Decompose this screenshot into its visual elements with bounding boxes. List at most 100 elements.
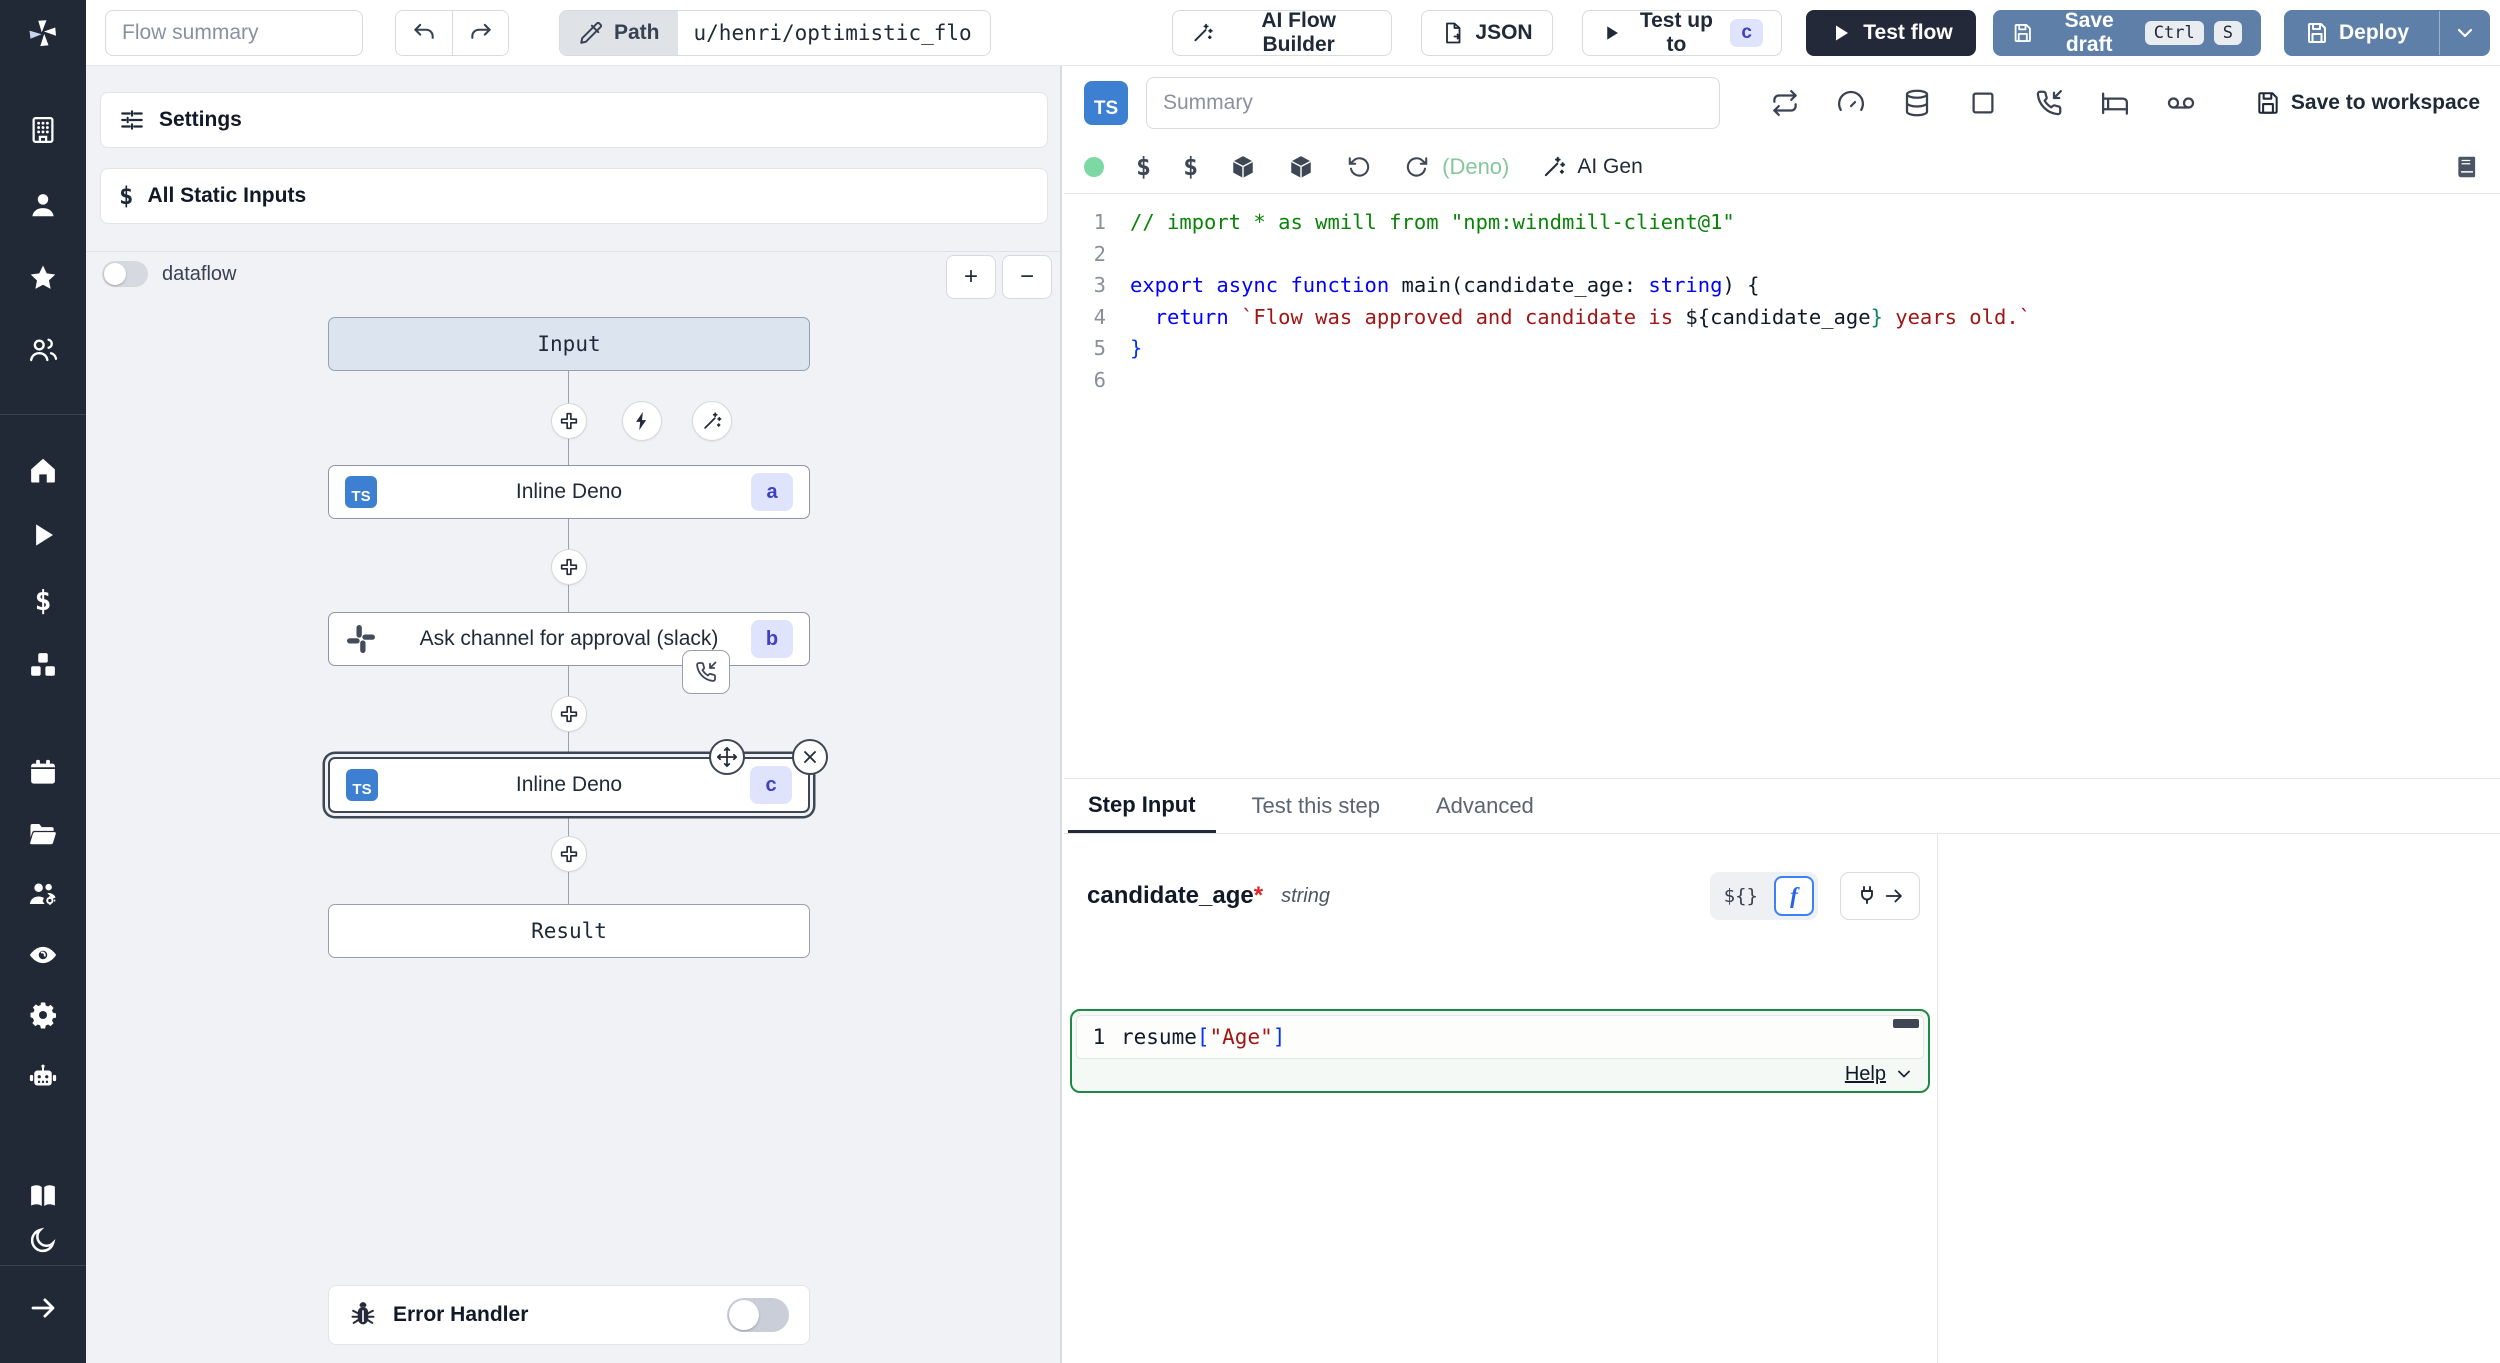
ai-gen-button[interactable]: AI Gen: [1541, 154, 1642, 180]
sidebar-item-groups[interactable]: [20, 328, 66, 372]
tab-advanced[interactable]: Advanced: [1416, 779, 1554, 833]
undo-button[interactable]: [396, 11, 452, 55]
star-icon: [28, 263, 58, 293]
variable-picker-button[interactable]: $: [1136, 152, 1151, 181]
zoom-in-button[interactable]: +: [946, 255, 996, 299]
mock-voicemail-icon[interactable]: [2166, 88, 2196, 118]
resource-picker-button[interactable]: $: [1183, 152, 1198, 181]
path-button[interactable]: Path: [560, 11, 678, 55]
delete-step-button[interactable]: [792, 739, 828, 775]
save-to-workspace-button[interactable]: Save to workspace: [2255, 90, 2480, 116]
sidebar-item-settings[interactable]: [20, 993, 66, 1037]
input-node[interactable]: Input: [328, 317, 810, 371]
help-link[interactable]: Help: [1845, 1063, 1886, 1086]
slack-icon: [345, 623, 377, 655]
insert-step-button[interactable]: [551, 696, 587, 732]
error-handler-card[interactable]: Error Handler: [328, 1285, 810, 1345]
code-editor[interactable]: 1// import * as wmill from "npm:windmill…: [1064, 194, 2500, 778]
flow-summary-input[interactable]: [105, 10, 363, 56]
tab-test-this-step[interactable]: Test this step: [1232, 779, 1400, 833]
suspend-phone-incoming-icon[interactable]: [2034, 88, 2064, 118]
sidebar-item-ai[interactable]: [20, 1056, 66, 1100]
deploy-button[interactable]: Deploy: [2285, 11, 2429, 55]
path-value[interactable]: u/henri/optimistic_flo: [678, 11, 990, 55]
line-number: 2: [1064, 239, 1130, 271]
insert-step-button[interactable]: [551, 403, 587, 439]
sidebar-item-home[interactable]: [20, 448, 66, 492]
plus-icon: [558, 703, 580, 725]
sidebar-item-audit-logs[interactable]: [20, 933, 66, 977]
approval-step-badge[interactable]: [682, 650, 730, 694]
result-node-label: Result: [531, 919, 607, 943]
insert-step-button[interactable]: [551, 549, 587, 585]
error-handler-toggle[interactable]: [727, 1298, 789, 1332]
dataflow-toggle-knob: [104, 263, 126, 285]
sidebar-item-schedules[interactable]: [20, 751, 66, 795]
step-a-label: Inline Deno: [516, 480, 622, 504]
sidebar-item-variables[interactable]: $: [20, 578, 66, 622]
save-to-workspace-label: Save to workspace: [2291, 91, 2480, 115]
connect-input-button[interactable]: [1840, 872, 1920, 920]
early-stop-square-icon[interactable]: [1968, 88, 1998, 118]
retry-repeat-icon[interactable]: [1770, 88, 1800, 118]
expression-code-editor[interactable]: 1 resume["Age"]: [1076, 1015, 1924, 1059]
redo-button[interactable]: [452, 11, 508, 55]
deploy-more-button[interactable]: [2439, 11, 2489, 55]
zoom-out-label: −: [1020, 263, 1034, 291]
ai-flow-builder-button[interactable]: AI Flow Builder: [1172, 10, 1392, 56]
sidebar-item-workers[interactable]: [20, 872, 66, 916]
sidebar-item-runs[interactable]: [20, 513, 66, 557]
result-node[interactable]: Result: [328, 904, 810, 958]
move-step-button[interactable]: [709, 739, 745, 775]
lightning-icon: [631, 410, 653, 432]
reset-undo-icon[interactable]: [1346, 154, 1372, 180]
flow-settings-card[interactable]: Settings: [100, 92, 1048, 148]
json-button[interactable]: JSON: [1421, 10, 1553, 56]
cache-database-icon[interactable]: [1902, 88, 1932, 118]
flow-canvas[interactable]: dataflow + − Input TS: [86, 252, 1060, 1363]
concurrency-gauge-icon[interactable]: [1836, 88, 1866, 118]
sidebar-item-dark-mode[interactable]: [20, 1218, 66, 1262]
trigger-button[interactable]: [622, 401, 662, 441]
sidebar-item-folders[interactable]: [20, 812, 66, 856]
sidebar-item-favorites[interactable]: [20, 256, 66, 300]
code-line: 1// import * as wmill from "npm:windmill…: [1064, 207, 2500, 239]
boxes-icon: [28, 650, 58, 680]
ai-gen-label: AI Gen: [1577, 155, 1642, 179]
ai-add-step-button[interactable]: [692, 401, 732, 441]
package-icon[interactable]: [1230, 154, 1256, 180]
wand-icon: [1191, 21, 1214, 45]
sidebar-item-docs[interactable]: [20, 1174, 66, 1218]
save-draft-button[interactable]: Save draft Ctrl S: [1993, 10, 2261, 56]
flow-summary-field: [105, 10, 363, 56]
test-flow-button[interactable]: Test flow: [1806, 10, 1976, 56]
package-icon[interactable]: [1288, 154, 1314, 180]
sidebar-expand-button[interactable]: [20, 1286, 66, 1330]
sidebar-item-resources[interactable]: [20, 643, 66, 687]
sidebar-item-workspace[interactable]: [20, 108, 66, 152]
step-summary-input[interactable]: [1146, 77, 1720, 129]
phone-incoming-icon: [694, 660, 718, 684]
all-static-inputs-card[interactable]: $ All Static Inputs: [100, 168, 1048, 224]
dataflow-toggle[interactable]: [102, 261, 148, 287]
sleep-bed-icon[interactable]: [2100, 88, 2130, 118]
step-node-b[interactable]: Ask channel for approval (slack) b: [328, 612, 810, 666]
library-book-icon[interactable]: [2454, 154, 2480, 180]
zoom-out-button[interactable]: −: [1002, 255, 1052, 299]
javascript-mode-button[interactable]: f: [1774, 876, 1814, 916]
path-label: Path: [614, 21, 660, 45]
chevron-down-icon[interactable]: [1894, 1064, 1914, 1084]
sidebar-item-user[interactable]: [20, 183, 66, 227]
reload-refresh-icon[interactable]: [1404, 154, 1430, 180]
step-summary-field: [1146, 77, 1720, 129]
tab-step-input[interactable]: Step Input: [1068, 779, 1216, 833]
arrow-right-icon: [28, 1293, 58, 1323]
test-up-to-button[interactable]: Test up to c: [1582, 10, 1782, 56]
expression-editor: 1 resume["Age"] Help: [1070, 1009, 1930, 1093]
flow-settings-label: Settings: [159, 108, 242, 132]
wand-icon: [701, 410, 723, 432]
template-mode-button[interactable]: ${}: [1714, 885, 1768, 907]
step-node-a[interactable]: TS Inline Deno a: [328, 465, 810, 519]
insert-step-button[interactable]: [551, 836, 587, 872]
windmill-logo[interactable]: [20, 11, 66, 55]
